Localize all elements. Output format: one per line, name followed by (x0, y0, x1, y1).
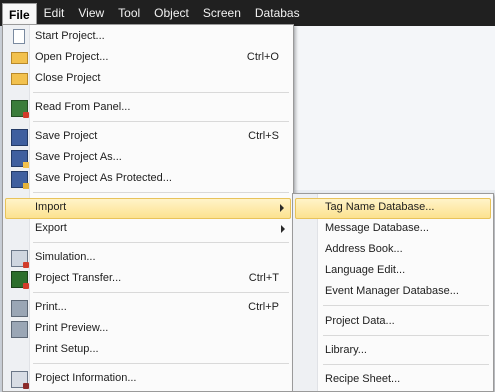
menu-item-label: Language Edit... (325, 264, 406, 276)
menu-item-shortcut: Ctrl+P (248, 301, 279, 313)
menu-item-label: Read From Panel... (35, 101, 131, 113)
menu-separator (33, 192, 289, 193)
menu-item-close-project[interactable]: Close Project (5, 69, 291, 88)
submenu-item-library[interactable]: Library... (295, 341, 491, 360)
menu-object[interactable]: Object (147, 2, 196, 24)
menu-item-label: Project Transfer... (35, 272, 122, 284)
submenu-item-message-database[interactable]: Message Database... (295, 219, 491, 238)
transfer-icon (11, 271, 29, 289)
menu-screen[interactable]: Screen (196, 2, 248, 24)
menu-file[interactable]: File (2, 2, 37, 27)
menu-item-label: Print Setup... (35, 343, 99, 355)
menu-item-print-preview[interactable]: Print Preview... (5, 319, 291, 338)
menu-item-shortcut: Ctrl+T (248, 272, 279, 284)
menu-tool[interactable]: Tool (111, 2, 147, 24)
menu-separator (323, 335, 489, 336)
menu-item-label: Start Project... (35, 30, 105, 42)
menu-separator (323, 364, 489, 365)
menu-separator (33, 92, 289, 93)
submenu-item-address-book[interactable]: Address Book... (295, 240, 491, 259)
submenu-item-language-edit[interactable]: Language Edit... (295, 261, 491, 280)
menu-item-label: Recipe Sheet... (325, 373, 401, 385)
menu-item-import[interactable]: Import (5, 198, 291, 219)
menu-item-label: Message Database... (325, 222, 429, 234)
menu-separator (33, 242, 289, 243)
menu-item-label: Save Project As Protected... (35, 172, 172, 184)
save-protected-icon (11, 171, 29, 189)
workspace-background (295, 26, 495, 190)
menu-item-label: Print... (35, 301, 67, 313)
floppy-disk-icon (11, 129, 28, 146)
menu-item-label: Close Project (35, 72, 101, 84)
menu-item-save-project[interactable]: Save Project Ctrl+S (5, 127, 291, 146)
menu-item-start-project[interactable]: Start Project... (5, 27, 291, 46)
menu-item-label: Save Project As... (35, 151, 122, 163)
menu-item-label: Project Information... (35, 372, 137, 384)
menu-item-project-transfer[interactable]: Project Transfer... Ctrl+T (5, 269, 291, 289)
menu-item-label: Export (35, 222, 67, 234)
submenu-arrow-icon (281, 225, 285, 233)
menu-item-label: Print Preview... (35, 322, 109, 334)
menu-database[interactable]: Databas (248, 2, 307, 24)
menu-item-print[interactable]: Print... Ctrl+P (5, 298, 291, 317)
menu-item-simulation[interactable]: Simulation... (5, 248, 291, 268)
menu-view[interactable]: View (71, 2, 111, 24)
menu-item-label: Library... (325, 344, 367, 356)
project-info-icon (11, 371, 29, 389)
menu-separator (323, 305, 489, 306)
submenu-item-project-data[interactable]: Project Data... (295, 312, 491, 331)
menu-separator (33, 121, 289, 122)
printer-icon (11, 300, 28, 317)
menu-separator (33, 292, 289, 293)
menu-item-label: Event Manager Database... (325, 285, 459, 297)
panel-read-icon (11, 100, 29, 118)
file-menu: Start Project... Open Project... Ctrl+O … (2, 24, 294, 392)
menu-item-export[interactable]: Export (5, 219, 291, 238)
save-as-icon (11, 150, 29, 168)
menu-item-save-project-as[interactable]: Save Project As... (5, 148, 291, 168)
simulation-icon (11, 250, 29, 268)
menu-item-print-setup[interactable]: Print Setup... (5, 340, 291, 359)
menu-item-label: Simulation... (35, 251, 96, 263)
menu-separator (33, 363, 289, 364)
menu-item-save-project-protected[interactable]: Save Project As Protected... (5, 169, 291, 189)
menu-edit[interactable]: Edit (37, 2, 72, 24)
menu-item-shortcut: Ctrl+S (248, 130, 279, 142)
menu-item-shortcut: Ctrl+O (246, 51, 279, 63)
menu-bar: File Edit View Tool Object Screen Databa… (0, 0, 300, 27)
submenu-item-event-manager-database[interactable]: Event Manager Database... (295, 282, 491, 301)
menu-item-label: Address Book... (325, 243, 403, 255)
menu-item-label: Open Project... (35, 51, 109, 63)
menu-item-label: Import (35, 201, 67, 213)
menu-item-open-project[interactable]: Open Project... Ctrl+O (5, 48, 291, 67)
menu-item-read-from-panel[interactable]: Read From Panel... (5, 98, 291, 118)
close-folder-icon (11, 73, 28, 85)
menu-item-label: Project Data... (325, 315, 395, 327)
menu-item-label: Tag Name Database... (325, 201, 435, 213)
import-submenu: Tag Name Database... Message Database...… (292, 193, 494, 392)
print-preview-icon (11, 321, 28, 338)
submenu-item-recipe-sheet[interactable]: Recipe Sheet... (295, 370, 491, 389)
menubar-background-right (295, 0, 495, 26)
menu-item-label: Save Project (35, 130, 98, 142)
submenu-arrow-icon (280, 204, 284, 212)
submenu-item-tag-name-database[interactable]: Tag Name Database... (295, 198, 491, 219)
open-folder-icon (11, 52, 28, 64)
menu-item-project-information[interactable]: Project Information... (5, 369, 291, 389)
new-document-icon (13, 29, 25, 44)
